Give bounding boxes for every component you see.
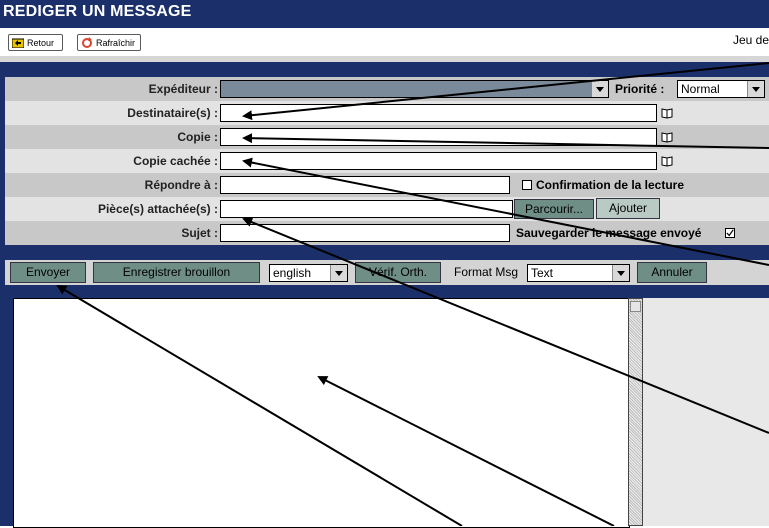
priority-label: Priorité : <box>615 82 665 96</box>
save-draft-button[interactable]: Enregistrer brouillon <box>93 262 260 283</box>
language-select[interactable]: english <box>269 264 348 282</box>
back-button[interactable]: Retour <box>8 34 63 51</box>
header-form: Expéditeur : Priorité : Normal Destinata… <box>5 77 769 272</box>
priority-value: Normal <box>681 82 720 96</box>
add-label: Ajouter <box>608 201 648 215</box>
chevron-down-icon <box>591 81 608 97</box>
to-row: Destinataire(s) : <box>5 101 769 125</box>
save-draft-label: Enregistrer brouillon <box>122 265 231 279</box>
subject-label: Sujet : <box>181 226 218 240</box>
cancel-label: Annuler <box>651 265 693 279</box>
date-text: Jeu de <box>732 33 769 47</box>
check-icon <box>726 229 734 237</box>
format-label: Format Msg <box>454 265 519 279</box>
read-receipt-checkbox[interactable] <box>522 180 532 190</box>
chevron-down-icon <box>330 265 347 281</box>
save-sent-checkbox[interactable] <box>725 228 735 238</box>
to-input[interactable] <box>220 104 657 122</box>
refresh-label: Rafraîchir <box>96 38 136 48</box>
address-book-icon[interactable] <box>661 107 673 119</box>
address-book-icon[interactable] <box>661 155 673 167</box>
reply-label: Répondre à : <box>144 178 218 192</box>
sender-select[interactable] <box>220 80 609 98</box>
read-receipt-label: Confirmation de la lecture <box>536 178 685 192</box>
action-toolbar: Envoyer Enregistrer brouillon english Vé… <box>5 260 769 285</box>
compose-panel: Expéditeur : Priorité : Normal Destinata… <box>0 62 769 528</box>
format-select[interactable]: Text <box>527 264 630 282</box>
spellcheck-button[interactable]: Vérif. Orth. <box>355 262 441 283</box>
toolbar: Retour Rafraîchir Jeu de <box>0 28 769 56</box>
bcc-row: Copie cachée : <box>5 149 769 173</box>
back-label: Retour <box>27 38 55 48</box>
sender-row: Expéditeur : Priorité : Normal <box>5 77 769 101</box>
cancel-button[interactable]: Annuler <box>637 262 707 283</box>
chevron-down-icon <box>612 265 629 281</box>
cc-input[interactable] <box>220 128 657 146</box>
reply-row: Répondre à : Confirmation de la lecture <box>5 173 769 197</box>
save-sent-label: Sauvegarder le message envoyé <box>516 226 702 240</box>
window-title: REDIGER UN MESSAGE <box>3 3 192 20</box>
folder-back-icon <box>12 38 24 48</box>
editor-scrollbar[interactable] <box>628 298 643 526</box>
to-label: Destinataire(s) : <box>127 106 218 120</box>
cc-label: Copie : <box>177 130 218 144</box>
add-attachment-button[interactable]: Ajouter <box>596 198 660 219</box>
attach-row: Pièce(s) attachée(s) : Parcourir... Ajou… <box>5 197 769 221</box>
message-body-editor[interactable] <box>13 298 630 528</box>
editor-side-area <box>643 298 769 526</box>
browse-button[interactable]: Parcourir... <box>514 199 594 219</box>
subject-input[interactable] <box>220 224 510 242</box>
format-value: Text <box>531 266 554 280</box>
title-bar: REDIGER UN MESSAGE <box>0 0 769 28</box>
attach-label: Pièce(s) attachée(s) : <box>97 202 218 216</box>
scroll-up-button[interactable] <box>630 301 641 312</box>
sender-label: Expéditeur : <box>148 82 218 96</box>
send-button[interactable]: Envoyer <box>10 262 86 283</box>
chevron-down-icon <box>747 81 764 97</box>
attach-input[interactable] <box>220 200 513 218</box>
cc-row: Copie : <box>5 125 769 149</box>
bcc-input[interactable] <box>220 152 657 170</box>
priority-select[interactable]: Normal <box>677 80 765 98</box>
refresh-icon <box>82 37 92 48</box>
send-label: Envoyer <box>25 265 71 279</box>
address-book-icon[interactable] <box>661 131 673 143</box>
bcc-label: Copie cachée : <box>133 154 218 168</box>
subject-row: Sujet : Sauvegarder le message envoyé <box>5 221 769 245</box>
refresh-button[interactable]: Rafraîchir <box>77 34 141 51</box>
language-value: english <box>273 266 312 280</box>
spellcheck-label: Vérif. Orth. <box>368 265 427 279</box>
browse-label: Parcourir... <box>524 202 584 216</box>
reply-input[interactable] <box>220 176 510 194</box>
